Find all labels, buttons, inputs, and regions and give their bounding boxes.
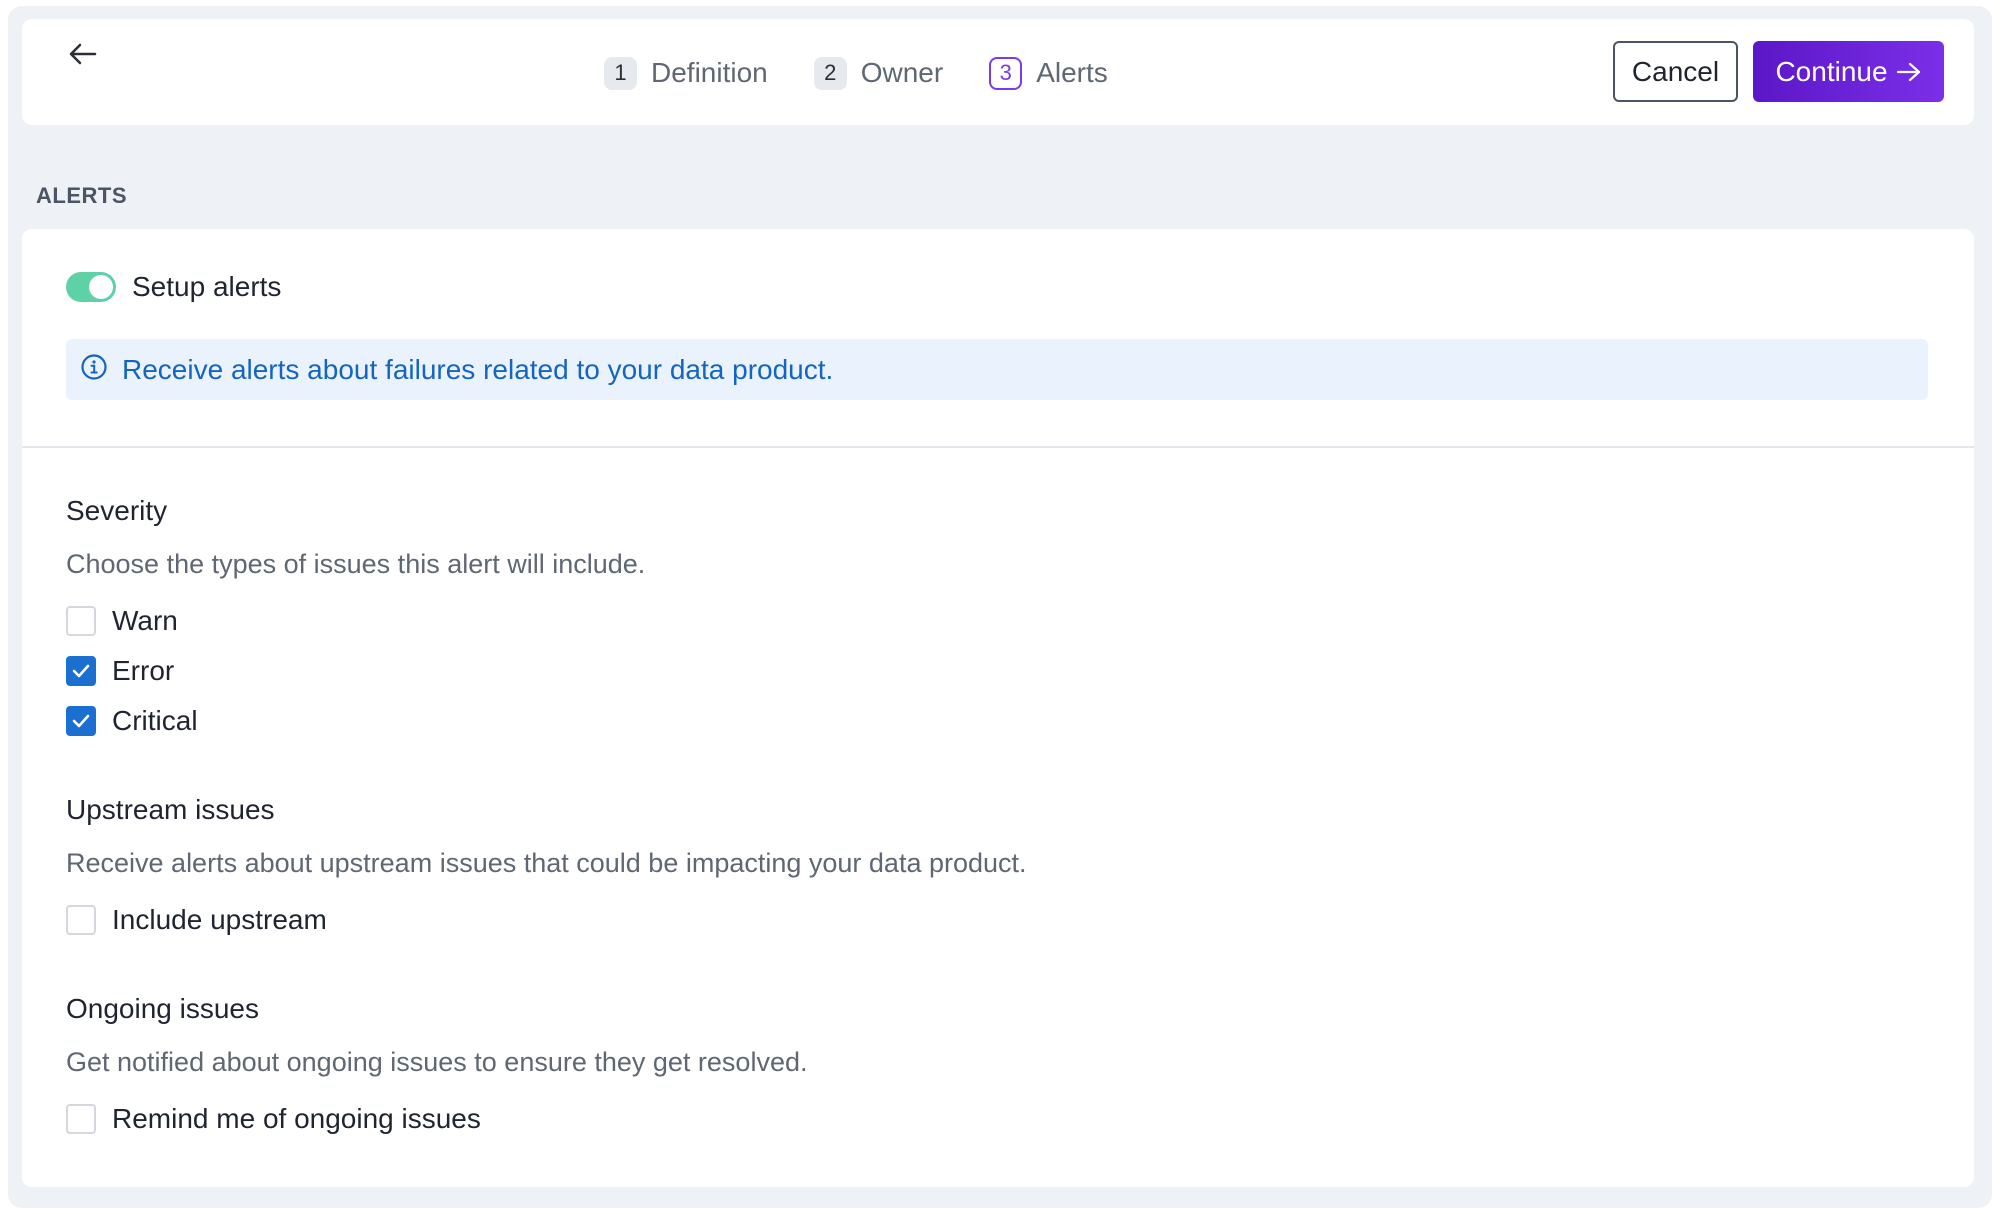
toggle-knob — [89, 275, 113, 299]
option-label: Warn — [112, 605, 178, 636]
option-label: Critical — [112, 705, 198, 736]
severity-option-error[interactable]: Error — [66, 646, 645, 696]
section-title: ALERTS — [36, 183, 127, 208]
severity-option-warn[interactable]: Warn — [66, 596, 645, 646]
setup-alerts-toggle[interactable] — [66, 272, 116, 302]
severity-description: Choose the types of issues this alert wi… — [66, 549, 646, 579]
step-definition[interactable]: 1 Definition — [604, 56, 768, 90]
wizard-header: 1 Definition 2 Owner 3 Alerts Cancel Con… — [22, 19, 1974, 125]
remind-ongoing-option[interactable]: Remind me of ongoing issues — [66, 1094, 808, 1144]
warn-checkbox[interactable] — [66, 606, 96, 636]
alerts-card: Setup alerts Receive alerts about failur… — [22, 229, 1974, 1187]
step-owner[interactable]: 2 Owner — [813, 56, 944, 90]
critical-checkbox[interactable] — [66, 706, 96, 736]
step-label: Alerts — [1036, 57, 1108, 88]
step-label: Owner — [860, 57, 944, 88]
include-upstream-checkbox[interactable] — [66, 905, 96, 935]
wizard-steps: 1 Definition 2 Owner 3 Alerts — [604, 53, 1154, 93]
upstream-options: Include upstream — [66, 895, 1027, 945]
setup-alerts-label: Setup alerts — [132, 271, 282, 302]
continue-button[interactable]: Continue — [1753, 41, 1944, 102]
error-checkbox[interactable] — [66, 656, 96, 686]
option-label: Include upstream — [112, 904, 327, 935]
step-number: 2 — [813, 56, 847, 90]
upstream-title: Upstream issues — [66, 794, 275, 825]
option-label: Remind me of ongoing issues — [112, 1103, 481, 1134]
ongoing-description: Get notified about ongoing issues to ens… — [66, 1047, 808, 1077]
info-banner: Receive alerts about failures related to… — [66, 339, 1928, 400]
severity-options: Warn Error Critical — [66, 596, 645, 746]
divider — [22, 446, 1974, 448]
upstream-description: Receive alerts about upstream issues tha… — [66, 848, 1027, 878]
check-icon — [72, 664, 90, 678]
ongoing-title: Ongoing issues — [66, 993, 260, 1024]
step-number: 1 — [604, 56, 637, 90]
severity-option-critical[interactable]: Critical — [66, 696, 645, 746]
continue-label: Continue — [1775, 55, 1888, 87]
step-alerts[interactable]: 3 Alerts — [989, 56, 1108, 90]
info-icon — [80, 353, 108, 386]
severity-group: Severity Choose the types of issues this… — [66, 495, 645, 746]
arrow-left-icon — [67, 42, 97, 71]
step-label: Definition — [651, 57, 768, 88]
remind-ongoing-checkbox[interactable] — [66, 1104, 96, 1134]
option-label: Error — [112, 655, 175, 686]
setup-alerts-row: Setup alerts — [66, 271, 281, 303]
severity-title: Severity — [66, 495, 168, 526]
back-button[interactable] — [60, 34, 104, 78]
check-icon — [72, 714, 90, 728]
ongoing-group: Ongoing issues Get notified about ongoin… — [66, 993, 808, 1144]
ongoing-options: Remind me of ongoing issues — [66, 1094, 808, 1144]
arrow-right-icon — [1896, 61, 1922, 83]
step-number: 3 — [989, 56, 1023, 90]
upstream-group: Upstream issues Receive alerts about ups… — [66, 794, 1027, 945]
cancel-button[interactable]: Cancel — [1613, 41, 1738, 102]
info-text: Receive alerts about failures related to… — [122, 353, 834, 385]
include-upstream-option[interactable]: Include upstream — [66, 895, 1027, 945]
